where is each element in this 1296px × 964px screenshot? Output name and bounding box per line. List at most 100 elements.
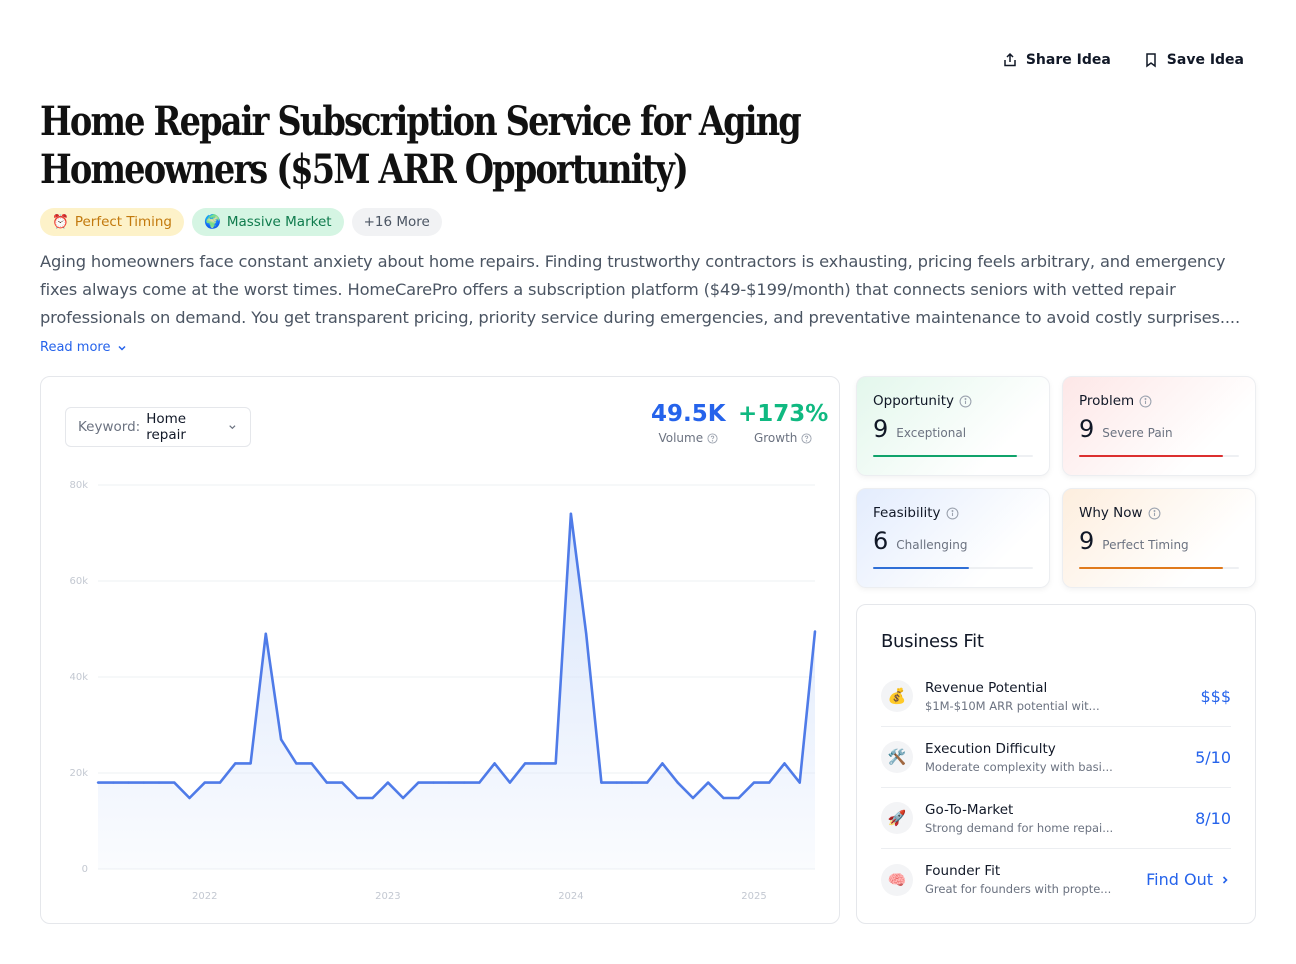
data-point	[646, 781, 649, 784]
data-point	[173, 781, 176, 784]
find-out-link[interactable]: Find Out	[1146, 870, 1231, 889]
data-point	[768, 781, 771, 784]
tag-massive-market[interactable]: 🌍 Massive Market	[192, 208, 344, 236]
fit-row-go-to-market[interactable]: 🚀 Go-To-Market Strong demand for home re…	[881, 788, 1231, 849]
data-point	[691, 796, 695, 800]
info-icon[interactable]	[946, 507, 959, 520]
data-point	[340, 781, 344, 784]
score-label: Severe Pain	[1102, 426, 1173, 440]
share-idea-button[interactable]: Share Idea	[1002, 52, 1111, 68]
data-point	[401, 796, 405, 800]
fit-description: $1M-$10M ARR potential wit...	[925, 698, 1100, 713]
score-value: 9	[1079, 415, 1095, 443]
share-idea-label: Share Idea	[1025, 52, 1111, 68]
share-icon	[1004, 52, 1016, 67]
data-point	[417, 781, 420, 784]
data-point	[508, 781, 512, 784]
save-idea-label: Save Idea	[1166, 52, 1244, 68]
data-point	[661, 762, 664, 765]
data-point	[371, 796, 374, 800]
fit-row-founder-fit[interactable]: 🧠 Founder Fit Great for founders with pr…	[881, 849, 1231, 910]
score-title: Feasibility	[873, 505, 941, 521]
tag-more-button[interactable]: +16 More	[351, 208, 442, 236]
data-point	[615, 781, 618, 784]
x-tick-label: 2022	[192, 891, 217, 902]
data-point	[585, 632, 588, 635]
y-tick-label: 20k	[69, 768, 88, 779]
why-now-score-card[interactable]: Why Now 9 Perfect Timing	[1062, 488, 1256, 588]
data-point	[127, 781, 130, 784]
fit-row-execution-difficulty[interactable]: 🛠️ Execution Difficulty Moderate complex…	[881, 727, 1231, 788]
info-icon[interactable]	[1139, 395, 1152, 408]
find-out-label: Find Out	[1146, 870, 1213, 889]
score-label: Exceptional	[896, 426, 967, 440]
fit-description: Moderate complexity with basi...	[925, 759, 1113, 774]
tag-label: Massive Market	[226, 214, 332, 230]
opportunity-score-card[interactable]: Opportunity 9 Exceptional	[856, 376, 1050, 476]
fit-name: Execution Difficulty	[925, 740, 1056, 757]
data-point	[722, 796, 725, 800]
globe-icon: 🌍	[204, 214, 221, 230]
score-bar-fill	[1079, 567, 1223, 569]
score-label: Challenging	[896, 538, 968, 552]
data-point	[478, 781, 481, 784]
data-point	[386, 781, 390, 784]
data-point	[325, 781, 328, 784]
fit-name: Founder Fit	[925, 863, 1001, 879]
data-point	[157, 781, 161, 784]
score-label: Perfect Timing	[1102, 538, 1189, 552]
score-value: 9	[1079, 527, 1095, 555]
info-icon[interactable]	[1148, 507, 1161, 520]
data-point	[356, 796, 359, 800]
feasibility-score-card[interactable]: Feasibility 6 Challenging	[856, 488, 1050, 588]
score-title: Why Now	[1079, 505, 1143, 521]
fit-name: Go-To-Market	[925, 801, 1014, 818]
page-title: Home Repair Subscription Service for Agi…	[40, 98, 802, 193]
data-point	[279, 738, 283, 741]
data-point	[554, 762, 557, 765]
info-icon[interactable]	[959, 395, 972, 408]
series-line	[98, 512, 817, 800]
chevron-down-icon	[118, 345, 127, 351]
data-point	[630, 781, 634, 784]
data-point	[112, 781, 115, 784]
problem-score-card[interactable]: Problem 9 Severe Pain	[1062, 376, 1256, 476]
data-point	[600, 781, 603, 784]
data-point	[676, 781, 679, 784]
data-point	[203, 781, 206, 784]
data-point	[737, 796, 740, 800]
business-fit-card: Business Fit 💰 Revenue Potential $1M-$10…	[856, 604, 1256, 924]
x-tick-label: 2025	[741, 891, 766, 902]
data-point	[432, 781, 435, 784]
score-value: 9	[873, 415, 889, 443]
data-point	[752, 781, 756, 784]
tag-perfect-timing[interactable]: ⏰ Perfect Timing	[40, 208, 185, 236]
brain-icon: 🧠	[881, 863, 913, 896]
score-bar-fill	[1079, 455, 1223, 457]
data-point	[539, 762, 542, 765]
data-point	[218, 781, 222, 784]
score-value: 6	[873, 527, 889, 555]
data-point	[813, 630, 817, 633]
fit-row-revenue-potential[interactable]: 💰 Revenue Potential $1M-$10M ARR potenti…	[881, 666, 1231, 727]
score-bar	[1079, 455, 1239, 457]
data-point	[493, 762, 496, 765]
read-more-link[interactable]: Read more	[40, 340, 128, 355]
data-point	[234, 762, 237, 765]
rocket-icon: 🚀	[881, 802, 913, 834]
fit-value: 5/10	[1195, 747, 1231, 767]
data-point	[264, 632, 267, 635]
save-idea-button[interactable]: Save Idea	[1143, 52, 1244, 68]
fit-description: Strong demand for home repai...	[925, 820, 1114, 835]
data-point	[96, 781, 100, 784]
tools-icon: 🛠️	[881, 741, 913, 773]
data-point	[249, 762, 252, 765]
x-tick-label: 2024	[558, 891, 583, 902]
trend-chart: 0 20k 40k 60k 80k 2022 2023 2024 2025	[69, 480, 817, 902]
x-tick-label: 2023	[375, 891, 400, 902]
bookmark-icon	[1146, 53, 1156, 68]
data-point	[462, 781, 466, 784]
score-bar-fill	[873, 567, 969, 569]
read-more-label: Read more	[40, 340, 111, 355]
business-fit-title: Business Fit	[881, 631, 984, 652]
